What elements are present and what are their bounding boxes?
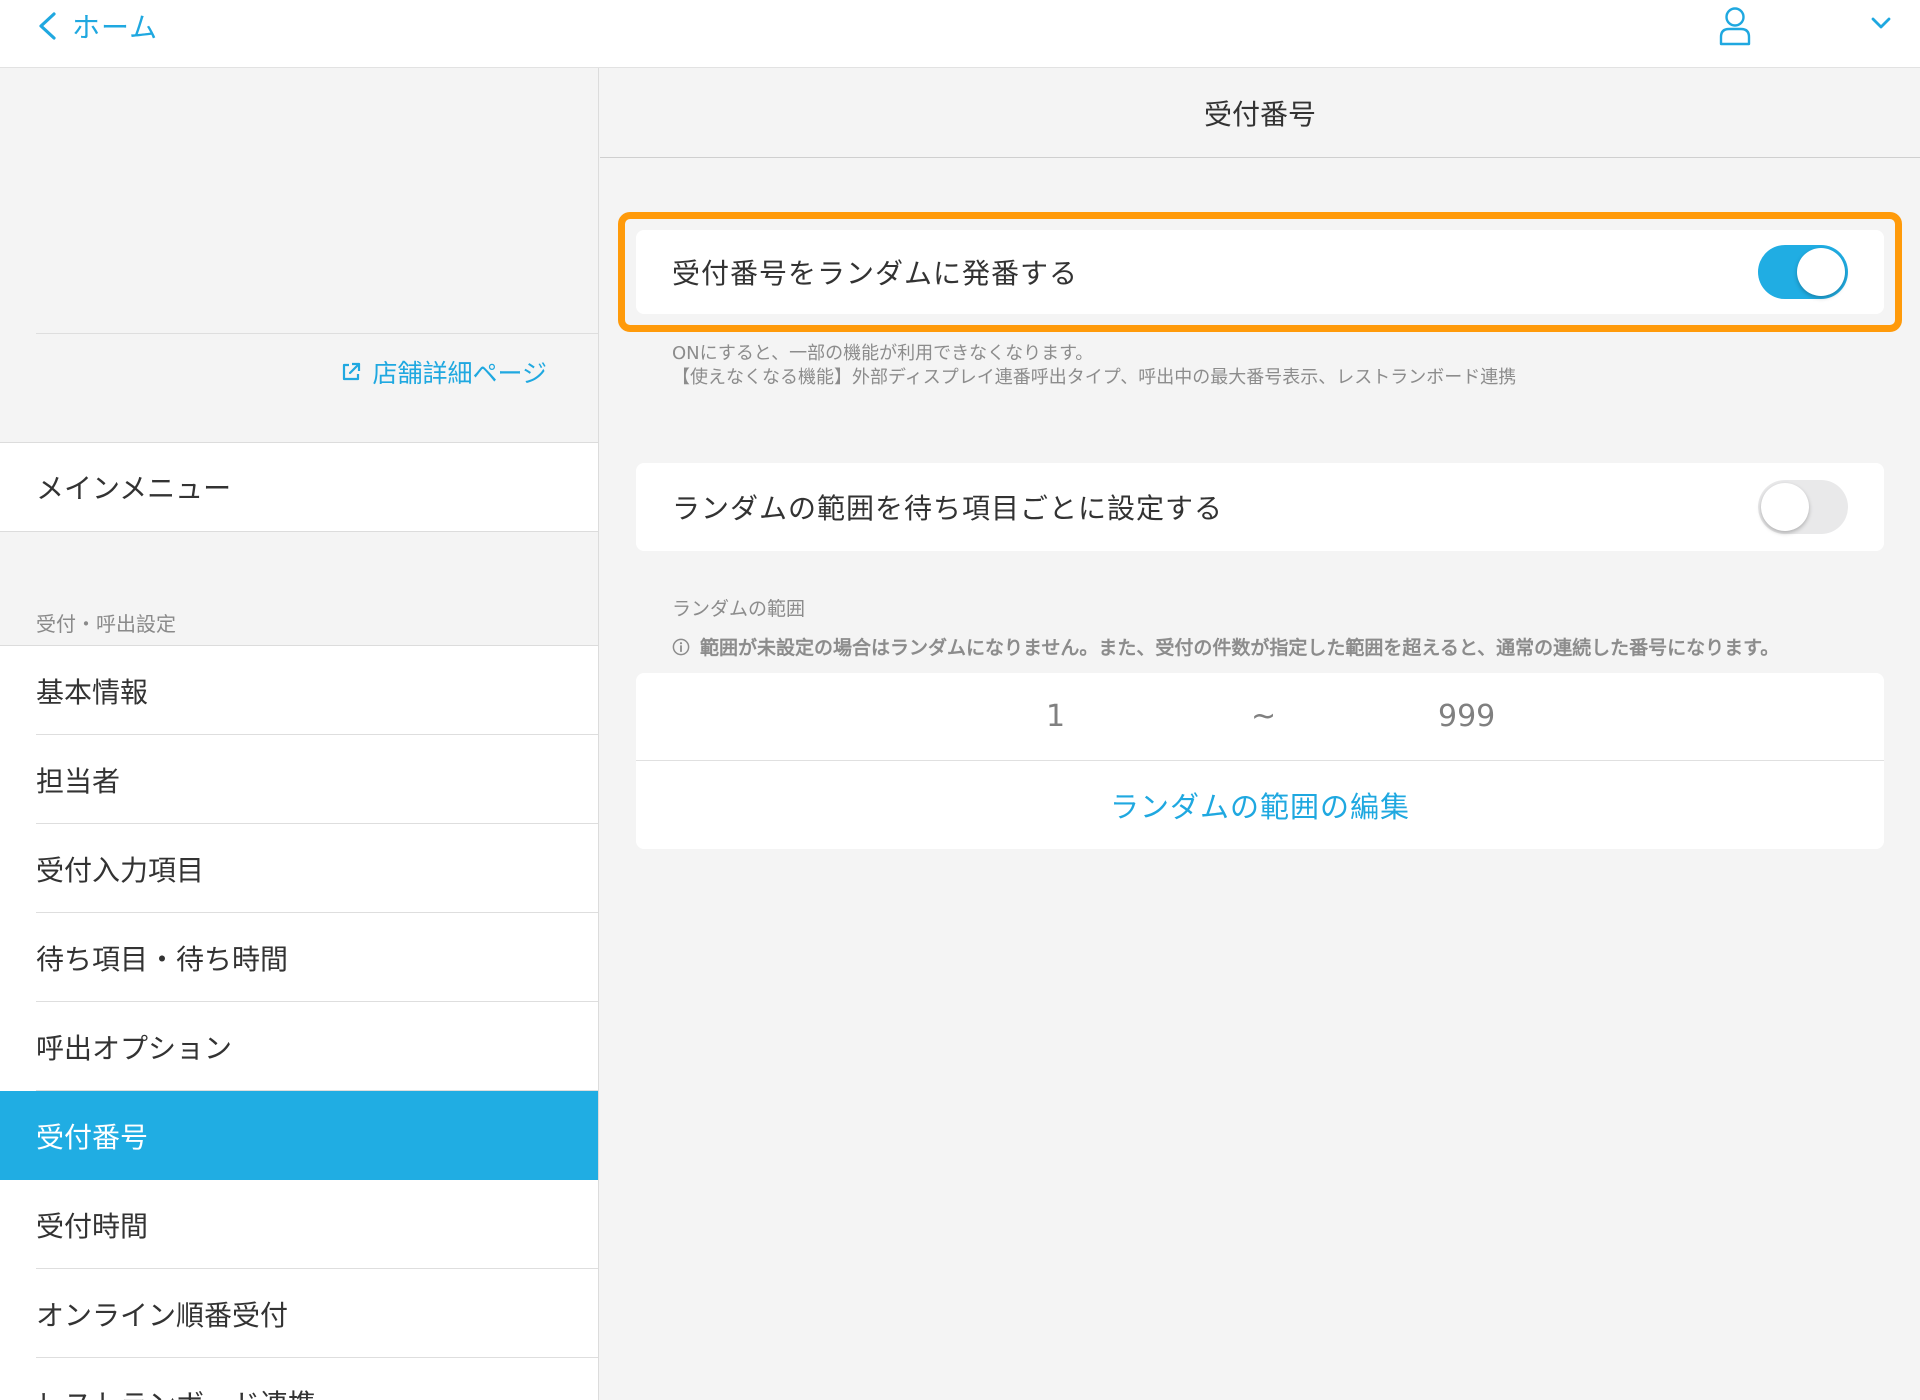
sidebar-section-label: 受付・呼出設定 (36, 612, 176, 636)
info-icon (672, 638, 690, 655)
range-edit-button[interactable]: ランダムの範囲の編集 (636, 761, 1884, 849)
sidebar-item-reception-number[interactable]: 受付番号 (0, 1091, 598, 1180)
sidebar: 店舗詳細ページ メインメニュー 受付・呼出設定 基本情報 担当者 受付入力項目 … (0, 68, 599, 1400)
range-info: 範囲が未設定の場合はランダムになりません。また、受付の件数が指定した範囲を超える… (672, 633, 1779, 660)
random-issue-label: 受付番号をランダムに発番する (672, 257, 1079, 290)
chevron-left-icon (39, 12, 56, 40)
range-max-value: 999 (1438, 699, 1496, 734)
range-values: 1 ~ 999 (636, 673, 1884, 761)
note-line-1: ONにすると、一部の機能が利用できなくなります。 (672, 343, 1094, 364)
back-button-label: ホーム (72, 11, 159, 44)
range-section-title: ランダムの範囲 (672, 598, 806, 620)
chevron-down-icon[interactable] (1866, 12, 1896, 34)
sidebar-item-restaurant-board[interactable]: レストランボード連携 (0, 1358, 598, 1400)
sidebar-item-staff[interactable]: 担当者 (0, 735, 598, 824)
store-detail-link-label: 店舗詳細ページ (372, 359, 547, 388)
range-per-item-toggle[interactable] (1758, 480, 1848, 534)
range-per-item-row: ランダムの範囲を待ち項目ごとに設定する (636, 463, 1884, 551)
store-divider (36, 333, 598, 334)
random-issue-row: 受付番号をランダムに発番する (636, 230, 1884, 314)
range-info-text: 範囲が未設定の場合はランダムになりません。また、受付の件数が指定した範囲を超える… (700, 637, 1780, 659)
sidebar-item-main-menu[interactable]: メインメニュー (0, 442, 598, 532)
range-per-item-label: ランダムの範囲を待ち項目ごとに設定する (672, 492, 1224, 525)
toggle-knob (1797, 248, 1845, 296)
user-icon[interactable] (1718, 6, 1752, 46)
page-title: 受付番号 (600, 68, 1920, 158)
sidebar-item-reception-hours[interactable]: 受付時間 (0, 1180, 598, 1269)
note-line-2: 【使えなくなる機能】外部ディスプレイ連番呼出タイプ、呼出中の最大番号表示、レスト… (672, 367, 1517, 388)
content-area: 受付番号 受付番号をランダムに発番する ONにすると、一部の機能が利用できなくな… (600, 68, 1920, 1400)
toggle-knob (1761, 483, 1809, 531)
sidebar-item-input-fields[interactable]: 受付入力項目 (0, 824, 598, 913)
range-min-value: 1 (1046, 699, 1066, 734)
sidebar-item-wait-items[interactable]: 待ち項目・待ち時間 (0, 913, 598, 1002)
sidebar-item-basic-info[interactable]: 基本情報 (0, 646, 598, 735)
random-issue-note: ONにすると、一部の機能が利用できなくなります。 【使えなくなる機能】外部ディス… (672, 342, 1516, 390)
sidebar-item-online-queue[interactable]: オンライン順番受付 (0, 1269, 598, 1358)
store-info-area: 店舗詳細ページ (0, 68, 598, 442)
back-button[interactable]: ホーム (36, 8, 158, 44)
range-card: 1 ~ 999 ランダムの範囲の編集 (636, 673, 1884, 849)
random-issue-toggle[interactable] (1758, 245, 1848, 299)
top-bar: ホーム (0, 0, 1920, 68)
sidebar-item-call-options[interactable]: 呼出オプション (0, 1002, 598, 1091)
sidebar-menu-list: 基本情報 担当者 受付入力項目 待ち項目・待ち時間 呼出オプション 受付番号 受… (0, 645, 598, 1400)
store-detail-link[interactable]: 店舗詳細ページ (340, 354, 547, 390)
external-link-icon (343, 362, 361, 381)
range-separator: ~ (1251, 699, 1277, 734)
